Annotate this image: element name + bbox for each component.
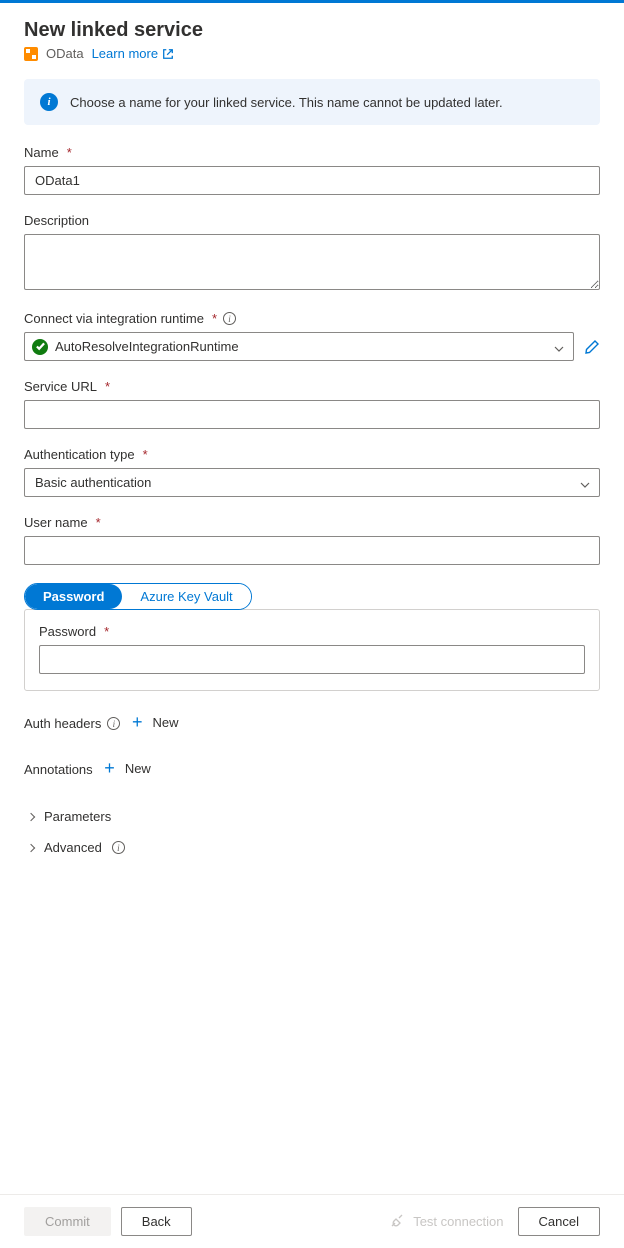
password-source-tabs: Password Azure Key Vault bbox=[24, 583, 252, 610]
add-auth-header-label: New bbox=[152, 715, 178, 730]
learn-more-text: Learn more bbox=[92, 46, 158, 61]
description-label: Description bbox=[24, 213, 89, 228]
learn-more-link[interactable]: Learn more bbox=[92, 46, 174, 61]
password-label: Password bbox=[39, 624, 96, 639]
footer-bar: Commit Back Test connection Cancel bbox=[0, 1194, 624, 1248]
runtime-select[interactable]: AutoResolveIntegrationRuntime bbox=[24, 332, 574, 361]
parameters-expander[interactable]: Parameters bbox=[24, 801, 600, 832]
test-connection-button[interactable]: Test connection bbox=[389, 1214, 503, 1230]
password-input[interactable] bbox=[39, 645, 585, 674]
edit-runtime-button[interactable] bbox=[584, 339, 600, 355]
required-asterisk: * bbox=[104, 624, 109, 639]
info-message: Choose a name for your linked service. T… bbox=[70, 95, 503, 110]
info-banner: i Choose a name for your linked service.… bbox=[24, 79, 600, 125]
advanced-label: Advanced bbox=[44, 840, 102, 855]
auth-headers-label: Auth headers bbox=[24, 716, 101, 731]
info-icon[interactable]: i bbox=[112, 841, 125, 854]
plug-icon bbox=[389, 1214, 405, 1230]
advanced-expander[interactable]: Advanced i bbox=[24, 832, 600, 863]
auth-type-label: Authentication type bbox=[24, 447, 135, 462]
required-asterisk: * bbox=[67, 145, 72, 160]
commit-button[interactable]: Commit bbox=[24, 1207, 111, 1236]
add-auth-header-button[interactable]: + New bbox=[124, 709, 179, 735]
info-icon: i bbox=[40, 93, 58, 111]
plus-icon: + bbox=[104, 759, 115, 777]
add-annotation-label: New bbox=[125, 761, 151, 776]
name-input[interactable] bbox=[24, 166, 600, 195]
required-asterisk: * bbox=[143, 447, 148, 462]
test-connection-label: Test connection bbox=[413, 1214, 503, 1229]
annotations-label: Annotations bbox=[24, 762, 93, 777]
username-label: User name bbox=[24, 515, 88, 530]
password-tab[interactable]: Password bbox=[25, 584, 122, 609]
back-button[interactable]: Back bbox=[121, 1207, 192, 1236]
plus-icon: + bbox=[132, 713, 143, 731]
required-asterisk: * bbox=[105, 379, 110, 394]
chevron-right-icon bbox=[27, 843, 35, 851]
external-link-icon bbox=[162, 48, 174, 60]
required-asterisk: * bbox=[96, 515, 101, 530]
odata-icon bbox=[24, 47, 38, 61]
keyvault-tab[interactable]: Azure Key Vault bbox=[122, 584, 250, 609]
name-label: Name bbox=[24, 145, 59, 160]
runtime-label: Connect via integration runtime bbox=[24, 311, 204, 326]
service-url-input[interactable] bbox=[24, 400, 600, 429]
info-icon[interactable]: i bbox=[107, 717, 120, 730]
service-url-label: Service URL bbox=[24, 379, 97, 394]
parameters-label: Parameters bbox=[44, 809, 111, 824]
chevron-right-icon bbox=[27, 812, 35, 820]
auth-type-select[interactable]: Basic authentication bbox=[24, 468, 600, 497]
cancel-button[interactable]: Cancel bbox=[518, 1207, 600, 1236]
description-input[interactable] bbox=[24, 234, 600, 290]
page-title: New linked service bbox=[24, 19, 600, 42]
required-asterisk: * bbox=[212, 311, 217, 326]
info-icon[interactable]: i bbox=[223, 312, 236, 325]
username-input[interactable] bbox=[24, 536, 600, 565]
service-type-label: OData bbox=[46, 46, 84, 61]
add-annotation-button[interactable]: + New bbox=[96, 755, 151, 781]
